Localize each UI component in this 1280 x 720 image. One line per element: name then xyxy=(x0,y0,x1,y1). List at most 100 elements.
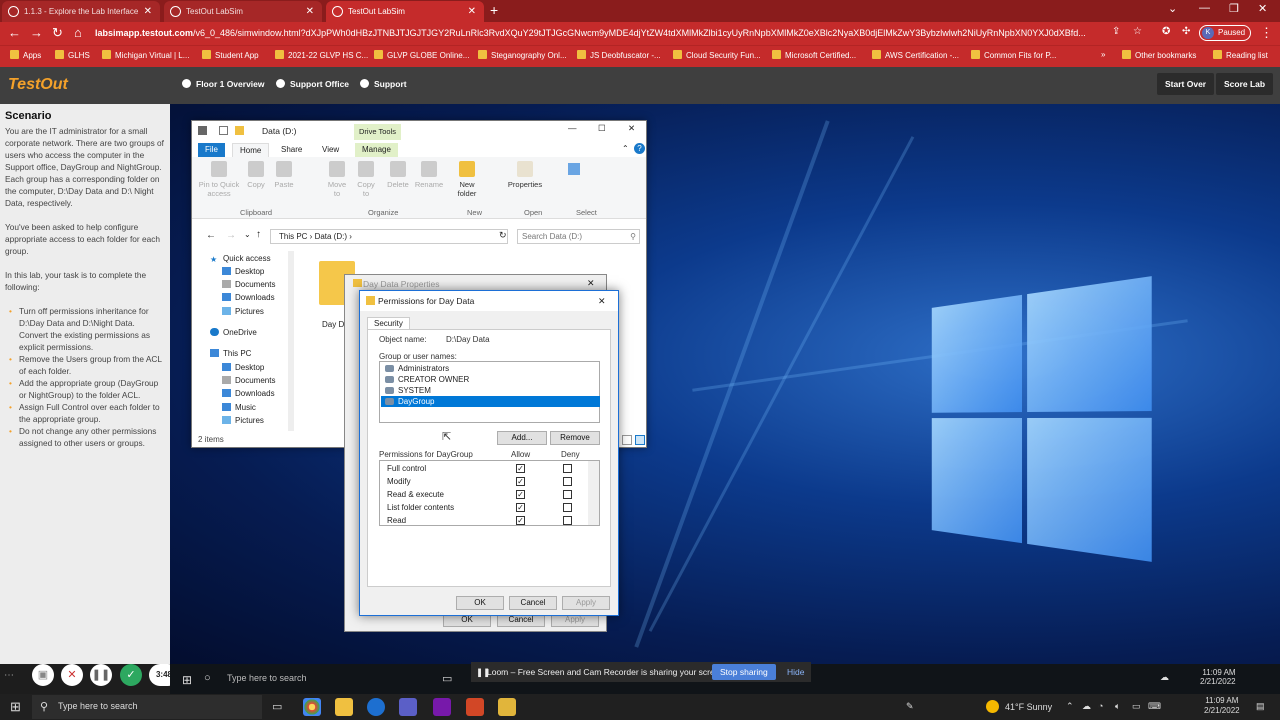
up-icon[interactable]: ↑ xyxy=(256,229,261,240)
group-item-system[interactable]: SYSTEM xyxy=(381,385,600,396)
back-icon[interactable]: ← xyxy=(206,230,216,241)
nav-downloads[interactable]: Downloads xyxy=(222,389,275,398)
copy-button[interactable]: Copy xyxy=(244,161,268,189)
deny-checkbox[interactable] xyxy=(563,516,572,525)
battery-icon[interactable]: ▭ xyxy=(1132,701,1141,712)
restore-icon[interactable]: ❐ xyxy=(1229,2,1239,15)
vm-clock[interactable]: 11:09 AM 2/21/2022 xyxy=(1200,668,1236,686)
breadcrumb-data-d[interactable]: Data (D:) xyxy=(315,232,347,241)
minimize-icon[interactable]: — xyxy=(568,123,577,133)
app-icon[interactable] xyxy=(498,698,516,716)
nav-pictures[interactable]: Pictures xyxy=(222,416,264,425)
close-icon[interactable]: ✕ xyxy=(598,291,606,311)
app-icon[interactable] xyxy=(367,698,385,716)
cancel-button[interactable]: Cancel xyxy=(509,596,557,610)
close-tab-icon[interactable]: ✕ xyxy=(144,1,152,22)
chevron-down-icon[interactable]: ⌄ xyxy=(1168,2,1177,15)
deny-checkbox[interactable] xyxy=(563,477,572,486)
group-item-administrators[interactable]: Administrators xyxy=(381,363,600,374)
teams-icon[interactable] xyxy=(399,698,417,716)
chevron-up-icon[interactable]: ⌃ xyxy=(622,144,629,153)
camera-icon[interactable]: ▣ xyxy=(32,664,54,686)
rename-button[interactable]: Rename xyxy=(414,161,444,189)
bookmark-item[interactable]: Microsoft Certified... xyxy=(772,50,856,60)
apply-button[interactable]: Apply xyxy=(562,596,610,610)
nav-floor-overview[interactable]: Floor 1 Overview xyxy=(182,79,265,89)
nav-desktop[interactable]: Desktop xyxy=(222,267,264,276)
menu-icon[interactable]: ⋮ xyxy=(1260,25,1273,41)
group-item-daygroup[interactable]: DayGroup xyxy=(381,396,600,407)
start-over-button[interactable]: Start Over xyxy=(1157,73,1215,95)
nav-onedrive[interactable]: OneDrive xyxy=(210,328,257,337)
nav-support-office[interactable]: Support Office xyxy=(276,79,349,89)
close-tab-icon[interactable]: ✕ xyxy=(468,1,476,22)
add-button[interactable]: Add... xyxy=(497,431,547,445)
deny-checkbox[interactable] xyxy=(563,503,572,512)
language-icon[interactable]: ⌨ xyxy=(1148,701,1161,712)
tab-file[interactable]: File xyxy=(198,143,225,157)
weather-sun-icon[interactable] xyxy=(986,700,999,713)
nav-quick-access[interactable]: ★ Quick access xyxy=(210,254,271,264)
app-icon[interactable] xyxy=(466,698,484,716)
chevron-up-icon[interactable]: ⌃ xyxy=(1066,701,1074,712)
minimize-icon[interactable]: — xyxy=(1199,2,1210,14)
other-bookmarks[interactable]: Other bookmarks xyxy=(1122,50,1196,60)
chrome-icon[interactable] xyxy=(303,698,321,716)
bookmark-item[interactable]: Apps xyxy=(10,50,41,60)
bookmark-item[interactable]: JS Deobfuscator -... xyxy=(577,50,661,60)
bookmark-item[interactable]: Common Fits for P... xyxy=(971,50,1056,60)
more-icon[interactable]: ⋯ xyxy=(4,670,14,681)
address-bar[interactable]: labsimapp.testout.com/v6_0_486/simwindow… xyxy=(95,25,1105,42)
help-icon[interactable]: ? xyxy=(634,143,645,154)
folder-label[interactable]: Day D xyxy=(322,320,344,329)
vm-search-input[interactable]: Type here to search xyxy=(227,673,307,683)
nav-this-pc[interactable]: This PC xyxy=(210,349,251,358)
task-view-icon[interactable]: ▭ xyxy=(272,700,282,713)
nav-downloads[interactable]: Downloads xyxy=(222,293,275,302)
large-icons-view-icon[interactable] xyxy=(635,435,645,445)
back-icon[interactable]: ← xyxy=(8,25,21,40)
home-icon[interactable]: ⌂ xyxy=(74,25,82,40)
bookmark-item[interactable]: Cloud Security Fun... xyxy=(673,50,761,60)
permissions-scrollbar[interactable] xyxy=(588,461,599,525)
properties-quick-icon[interactable] xyxy=(219,126,228,135)
reload-icon[interactable]: ↻ xyxy=(52,25,63,41)
taskbar-search[interactable]: ⚲ Type here to search xyxy=(32,695,262,719)
properties-button[interactable]: Properties xyxy=(505,161,545,189)
browser-tab[interactable]: TestOut LabSim ✕ xyxy=(164,1,322,22)
close-icon[interactable]: ✕ xyxy=(587,278,595,289)
start-icon[interactable]: ⊞ xyxy=(10,699,21,715)
notifications-icon[interactable]: ▤ xyxy=(1256,701,1265,712)
task-view-icon[interactable]: ▭ xyxy=(442,672,452,685)
nav-desktop[interactable]: Desktop xyxy=(222,363,264,372)
nav-documents[interactable]: Documents xyxy=(222,280,275,289)
close-window-icon[interactable]: ✕ xyxy=(1258,2,1267,15)
nav-pictures[interactable]: Pictures xyxy=(222,307,264,316)
ok-button[interactable]: OK xyxy=(456,596,504,610)
new-folder-button[interactable]: New folder xyxy=(454,161,480,198)
onedrive-icon[interactable]: ☁ xyxy=(1082,701,1091,712)
score-lab-button[interactable]: Score Lab xyxy=(1216,73,1274,95)
browser-tab[interactable]: 1.1.3 - Explore the Lab Interface ✕ xyxy=(2,1,160,22)
allow-checkbox[interactable]: ✓ xyxy=(516,464,525,473)
network-icon[interactable]: ☁ xyxy=(1160,672,1169,683)
new-folder-quick-icon[interactable] xyxy=(235,126,244,135)
forward-icon[interactable]: → xyxy=(30,25,43,40)
forward-icon[interactable]: → xyxy=(226,230,236,241)
allow-checkbox[interactable]: ✓ xyxy=(516,503,525,512)
select-all-icon[interactable] xyxy=(568,163,580,175)
details-view-icon[interactable] xyxy=(622,435,632,445)
file-explorer-icon[interactable] xyxy=(335,698,353,716)
pin-to-quick-access-button[interactable]: Pin to Quick access xyxy=(198,161,240,198)
pause-icon[interactable]: ❚❚ xyxy=(90,664,112,686)
tab-share[interactable]: Share xyxy=(274,143,309,157)
profile-button[interactable]: K Paused xyxy=(1199,25,1251,41)
search-icon[interactable]: ○ xyxy=(204,672,211,684)
onenote-icon[interactable] xyxy=(433,698,451,716)
volume-icon[interactable]: 🔈︎ xyxy=(1115,701,1120,712)
deny-checkbox[interactable] xyxy=(563,490,572,499)
deny-checkbox[interactable] xyxy=(563,464,572,473)
allow-checkbox[interactable]: ✓ xyxy=(516,516,525,525)
start-icon[interactable]: ⊞ xyxy=(182,673,192,687)
pen-icon[interactable]: ✎ xyxy=(906,701,914,712)
